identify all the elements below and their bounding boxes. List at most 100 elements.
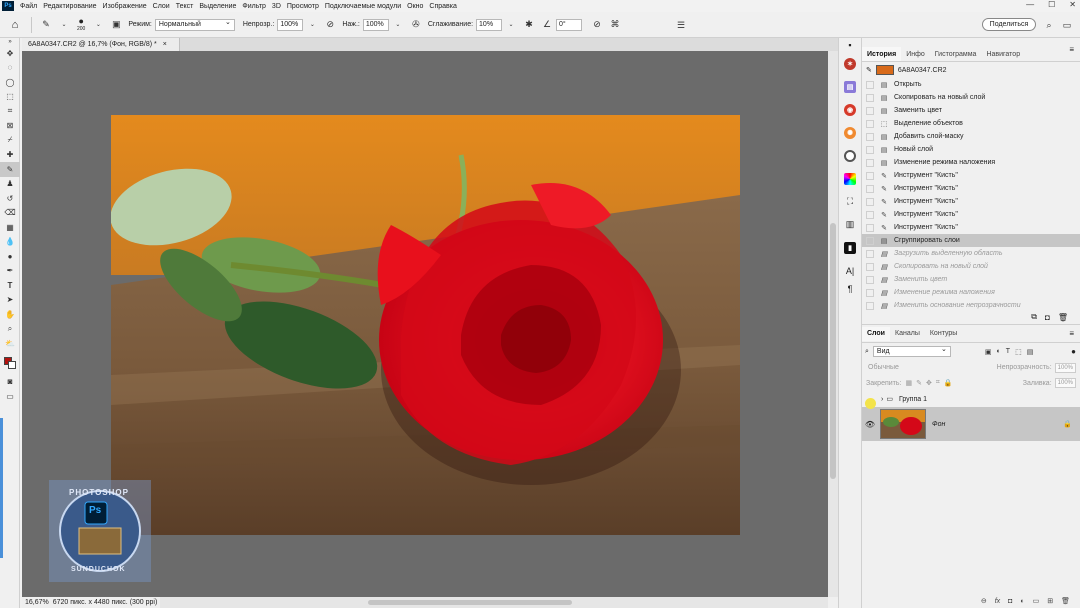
history-source-checkbox[interactable] [866,223,874,232]
history-item[interactable]: ▤ Изменение режима наложения [862,156,1080,169]
quick-mask-icon[interactable]: ◙ [0,375,20,390]
new-document-from-state-icon[interactable]: ⧉ [1031,312,1037,322]
history-source-checkbox[interactable] [866,80,874,89]
history-source-checkbox[interactable] [866,119,874,128]
libraries-icon[interactable]: ▥ [839,213,861,236]
link-layers-icon[interactable]: ⊖ [981,597,987,605]
character-icon[interactable]: A| [839,259,861,282]
collapse-icon[interactable]: » [0,38,20,46]
history-item[interactable]: ▤ Сгруппировать слои [862,234,1080,247]
marquee-tool-icon[interactable]: ◌ [0,61,20,76]
lock-position-icon[interactable]: ✥ [926,379,932,387]
menu-file[interactable]: Файл [17,3,40,10]
history-source-checkbox[interactable] [866,301,874,310]
history-item[interactable]: ✎ Инструмент "Кисть" [862,182,1080,195]
color-swatches[interactable] [0,351,20,375]
filter-toggle[interactable]: ● [1071,347,1076,356]
history-source-checkbox[interactable] [866,249,874,258]
blur-tool-icon[interactable]: 💧 [0,235,20,250]
search-icon[interactable]: ⌕ [1042,18,1056,32]
history-source-checkbox[interactable] [866,171,874,180]
horizontal-scrollbar[interactable] [160,597,828,608]
pen-tool-icon[interactable]: ✒ [0,264,20,279]
menu-plugins[interactable]: Подключаемые модули [322,3,404,10]
healing-brush-tool-icon[interactable]: ✚ [0,148,20,163]
close-tab-icon[interactable]: × [163,41,167,48]
history-source-checkbox[interactable] [866,288,874,297]
history-snapshot[interactable]: ✎ 6A8A0347.CR2 [862,62,1080,78]
history-item[interactable]: ▤ Загрузить выделенную область [862,247,1080,260]
chevron-down-icon[interactable]: ⌄ [504,18,518,32]
type-filter-icon[interactable]: T [1006,348,1010,356]
history-source-checkbox[interactable] [866,145,874,154]
clone-stamp-tool-icon[interactable]: ♟ [0,177,20,192]
fx-icon[interactable]: fx [995,598,1000,605]
plugin-icon[interactable]: ✶ [839,52,861,75]
history-brush-tool-icon[interactable]: ↺ [0,191,20,206]
paragraph-icon[interactable]: ¶ [839,282,861,296]
history-item[interactable]: ✎ Инструмент "Кисть" [862,221,1080,234]
pixel-filter-icon[interactable]: ▣ [985,348,992,356]
vertical-scroll-thumb[interactable] [830,223,836,479]
plugin-icon[interactable]: ⛶ [839,190,861,213]
lock-pixels-icon[interactable]: ✎ [916,379,922,387]
panel-menu-icon[interactable]: ≡ [1069,329,1074,338]
smart-object-filter-icon[interactable]: ▤ [1027,348,1034,356]
frame-tool-icon[interactable]: ⊠ [0,119,20,134]
pressure-field[interactable]: 100% [362,18,389,31]
brush-preset-picker[interactable]: ● 200 [77,17,85,33]
tab-info[interactable]: Инфо [901,47,930,61]
history-item[interactable]: ▤ Скопировать на новый слой [862,91,1080,104]
history-item[interactable]: ▤ Открыть [862,78,1080,91]
share-button[interactable]: Поделиться [982,18,1036,31]
history-item[interactable]: ✎ Инструмент "Кисть" [862,208,1080,221]
gradient-tool-icon[interactable]: ▦ [0,220,20,235]
menu-help[interactable]: Справка [426,3,459,10]
history-source-checkbox[interactable] [866,106,874,115]
horizontal-scroll-thumb[interactable] [368,600,572,605]
menu-filter[interactable]: Фильтр [239,3,269,10]
move-tool-icon[interactable]: ✥ [0,46,20,61]
plugin-icon[interactable]: ◉ [839,98,861,121]
history-item[interactable]: ▤ Заменить цвет [862,104,1080,117]
chevron-down-icon[interactable]: ⌄ [57,18,71,32]
smoothing-field[interactable]: 10% [476,18,503,31]
screen-mode-icon[interactable]: ▭ [0,389,20,404]
history-item[interactable]: ▤ Добавить слой-маску [862,130,1080,143]
add-mask-icon[interactable]: ◘ [1008,598,1012,605]
adjustment-layer-icon[interactable]: ◐ [1020,598,1024,605]
new-layer-icon[interactable]: ⊞ [1047,597,1053,605]
minimize-button[interactable]: — [1026,0,1034,9]
shape-filter-icon[interactable]: ⬚ [1015,348,1022,356]
history-source-checkbox[interactable] [866,132,874,141]
symmetry-icon[interactable]: ⌘ [608,18,622,32]
background-color-swatch[interactable] [8,360,16,369]
sliders-icon[interactable]: ☰ [674,18,688,32]
tab-navigator[interactable]: Навигатор [981,47,1025,61]
chevron-down-icon[interactable]: ⌄ [391,18,405,32]
new-group-icon[interactable]: ▭ [1033,597,1040,605]
object-selection-tool-icon[interactable]: ⬚ [0,90,20,105]
lock-all-icon[interactable]: 🔒 [944,379,953,387]
history-source-checkbox[interactable] [866,262,874,271]
history-item[interactable]: ▤ Скопировать на новый слой [862,260,1080,273]
properties-icon[interactable]: ▪ [839,38,861,52]
menu-layer[interactable]: Слои [150,3,173,10]
history-item[interactable]: ✎ Инструмент "Кисть" [862,195,1080,208]
tab-histogram[interactable]: Гистограмма [930,47,982,61]
menu-window[interactable]: Окно [404,3,426,10]
gear-icon[interactable]: ✱ [522,18,536,32]
menu-image[interactable]: Изображение [100,3,150,10]
menu-type[interactable]: Текст [173,3,197,10]
color-wheel-icon[interactable] [839,167,861,190]
plugin-icon[interactable]: ▤ [839,75,861,98]
history-item[interactable]: ✎ Инструмент "Кисть" [862,169,1080,182]
brush-source-icon[interactable]: ✎ [866,66,872,74]
chevron-down-icon[interactable]: ⌄ [91,18,105,32]
opacity-field[interactable]: 100% [277,18,304,31]
quick-action-icon[interactable]: ⛅ [0,336,20,351]
tab-layers[interactable]: Слои [862,326,890,341]
plugin-icon[interactable]: ▮ [839,236,861,259]
history-source-checkbox[interactable] [866,197,874,206]
rose-photo[interactable] [111,115,740,535]
